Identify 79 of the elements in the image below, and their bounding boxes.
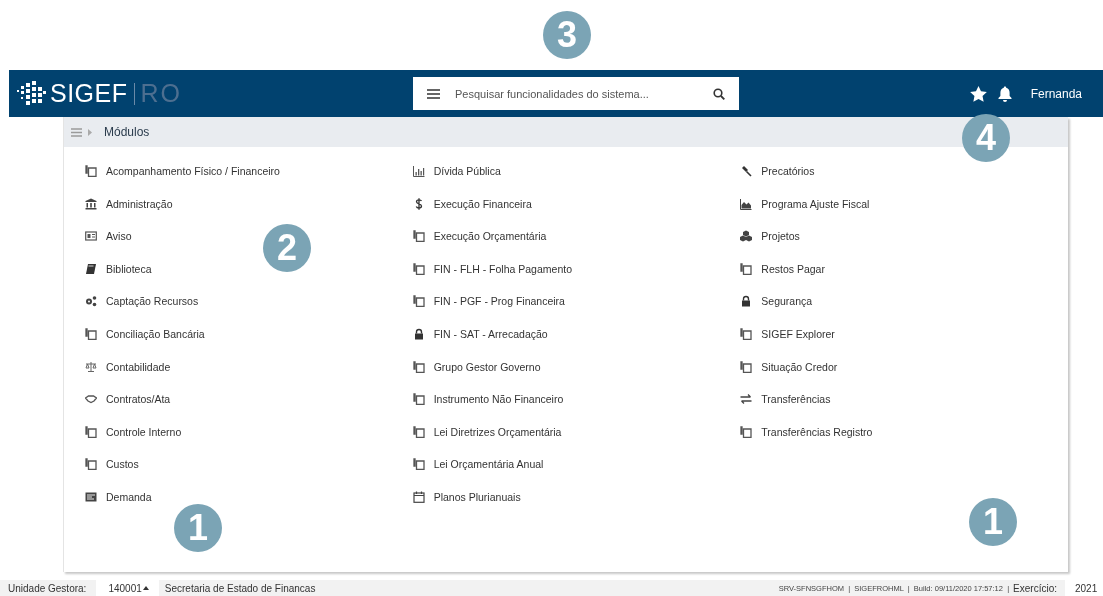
copy-icon bbox=[412, 360, 425, 373]
chart-icon bbox=[412, 165, 425, 177]
search-field[interactable]: Pesquisar funcionalidades do sistema... bbox=[455, 87, 698, 100]
copy-icon bbox=[740, 425, 753, 438]
module-link[interactable]: SIGEF Explorer bbox=[740, 324, 1068, 343]
module-link[interactable]: Lei Orçamentária Anual bbox=[412, 455, 741, 474]
module-link[interactable]: Transferências Registro bbox=[740, 422, 1068, 441]
list-icon bbox=[85, 490, 97, 503]
callout-badge: 2 bbox=[263, 224, 311, 272]
copy-icon bbox=[412, 425, 425, 438]
copy-icon bbox=[412, 295, 425, 308]
module-link[interactable]: Dívida Pública bbox=[412, 162, 741, 180]
unit-name: Secretaria de Estado de Financas bbox=[164, 582, 316, 594]
logo-icon bbox=[17, 80, 47, 107]
exchange-icon bbox=[740, 393, 753, 406]
module-link[interactable]: Contabilidade bbox=[85, 357, 413, 376]
search-icon[interactable] bbox=[713, 87, 725, 100]
module-link[interactable]: Segurança bbox=[740, 292, 1068, 311]
module-link[interactable]: Restos Pagar bbox=[740, 259, 1068, 278]
module-link[interactable]: Demanda bbox=[85, 487, 413, 506]
module-link[interactable]: FIN - PGF - Prog Financeira bbox=[412, 292, 741, 311]
callout-badge: 4 bbox=[962, 114, 1010, 162]
copy-icon bbox=[740, 262, 753, 275]
copy-icon bbox=[85, 458, 97, 471]
module-link[interactable]: Acompanhamento Físico / Financeiro bbox=[85, 162, 413, 180]
caret-icon bbox=[88, 128, 92, 136]
callout-badge: 1 bbox=[174, 504, 222, 552]
module-link[interactable]: Contratos/Ata bbox=[85, 390, 413, 409]
unit-select[interactable]: 140001 bbox=[96, 580, 159, 596]
module-link[interactable]: Captação Recursos bbox=[85, 292, 413, 311]
year-label: Exercício: bbox=[1013, 582, 1057, 594]
copy-icon bbox=[412, 230, 425, 243]
copy-icon bbox=[85, 165, 97, 177]
module-link[interactable]: Custos bbox=[85, 455, 413, 474]
copy-icon bbox=[412, 458, 425, 471]
lock-icon bbox=[412, 327, 425, 340]
module-link[interactable]: FIN - FLH - Folha Pagamento bbox=[412, 259, 741, 278]
area-icon bbox=[740, 197, 753, 210]
logo-text: SIGEF bbox=[50, 79, 128, 108]
scale-icon bbox=[85, 360, 97, 373]
module-link[interactable]: Controle Interno bbox=[85, 422, 413, 441]
module-link[interactable]: Transferências bbox=[740, 390, 1068, 409]
callout-badge: 3 bbox=[543, 11, 591, 59]
copy-icon bbox=[412, 393, 425, 406]
bell-icon[interactable] bbox=[997, 85, 1012, 102]
unit-label: Unidade Gestora: bbox=[8, 582, 87, 594]
module-link[interactable]: Conciliação Bancária bbox=[85, 324, 413, 343]
menu-icon[interactable] bbox=[427, 88, 440, 99]
lock-icon bbox=[740, 295, 753, 308]
logo-suffix: RO bbox=[140, 79, 182, 108]
module-link[interactable]: Precatórios bbox=[740, 162, 1068, 180]
module-link[interactable]: Execução Financeira bbox=[412, 194, 741, 213]
module-link[interactable]: Programa Ajuste Fiscal bbox=[740, 194, 1068, 213]
year-field[interactable]: 2021 bbox=[1065, 580, 1103, 596]
star-icon[interactable] bbox=[969, 85, 987, 102]
copy-icon bbox=[412, 262, 425, 275]
module-link[interactable]: Grupo Gestor Governo bbox=[412, 357, 741, 376]
search-box[interactable]: Pesquisar funcionalidades do sistema... bbox=[413, 77, 739, 110]
module-link[interactable]: FIN - SAT - Arrecadação bbox=[412, 324, 741, 343]
copy-icon bbox=[740, 327, 753, 340]
module-link[interactable]: Administração bbox=[85, 194, 413, 213]
module-link[interactable]: Execução Orçamentária bbox=[412, 227, 741, 246]
copy-icon bbox=[85, 327, 97, 340]
user-menu[interactable]: Fernanda bbox=[1030, 86, 1082, 101]
breadcrumb-title: Módulos bbox=[104, 125, 150, 139]
module-link[interactable]: Planos Plurianuais bbox=[412, 487, 741, 506]
copy-icon bbox=[740, 360, 753, 373]
module-link[interactable]: Instrumento Não Financeiro bbox=[412, 390, 741, 409]
module-link[interactable]: Projetos bbox=[740, 227, 1068, 246]
cubes-icon bbox=[740, 230, 753, 243]
calendar-icon bbox=[412, 490, 425, 503]
module-link[interactable]: Situação Credor bbox=[740, 357, 1068, 376]
bank-icon bbox=[85, 197, 97, 210]
caret-icon bbox=[142, 586, 149, 590]
callout-badge: 1 bbox=[969, 498, 1017, 546]
copy-icon bbox=[85, 425, 97, 438]
module-link[interactable]: Lei Diretrizes Orçamentária bbox=[412, 422, 741, 441]
card-icon bbox=[85, 230, 97, 243]
book-icon bbox=[85, 262, 97, 275]
